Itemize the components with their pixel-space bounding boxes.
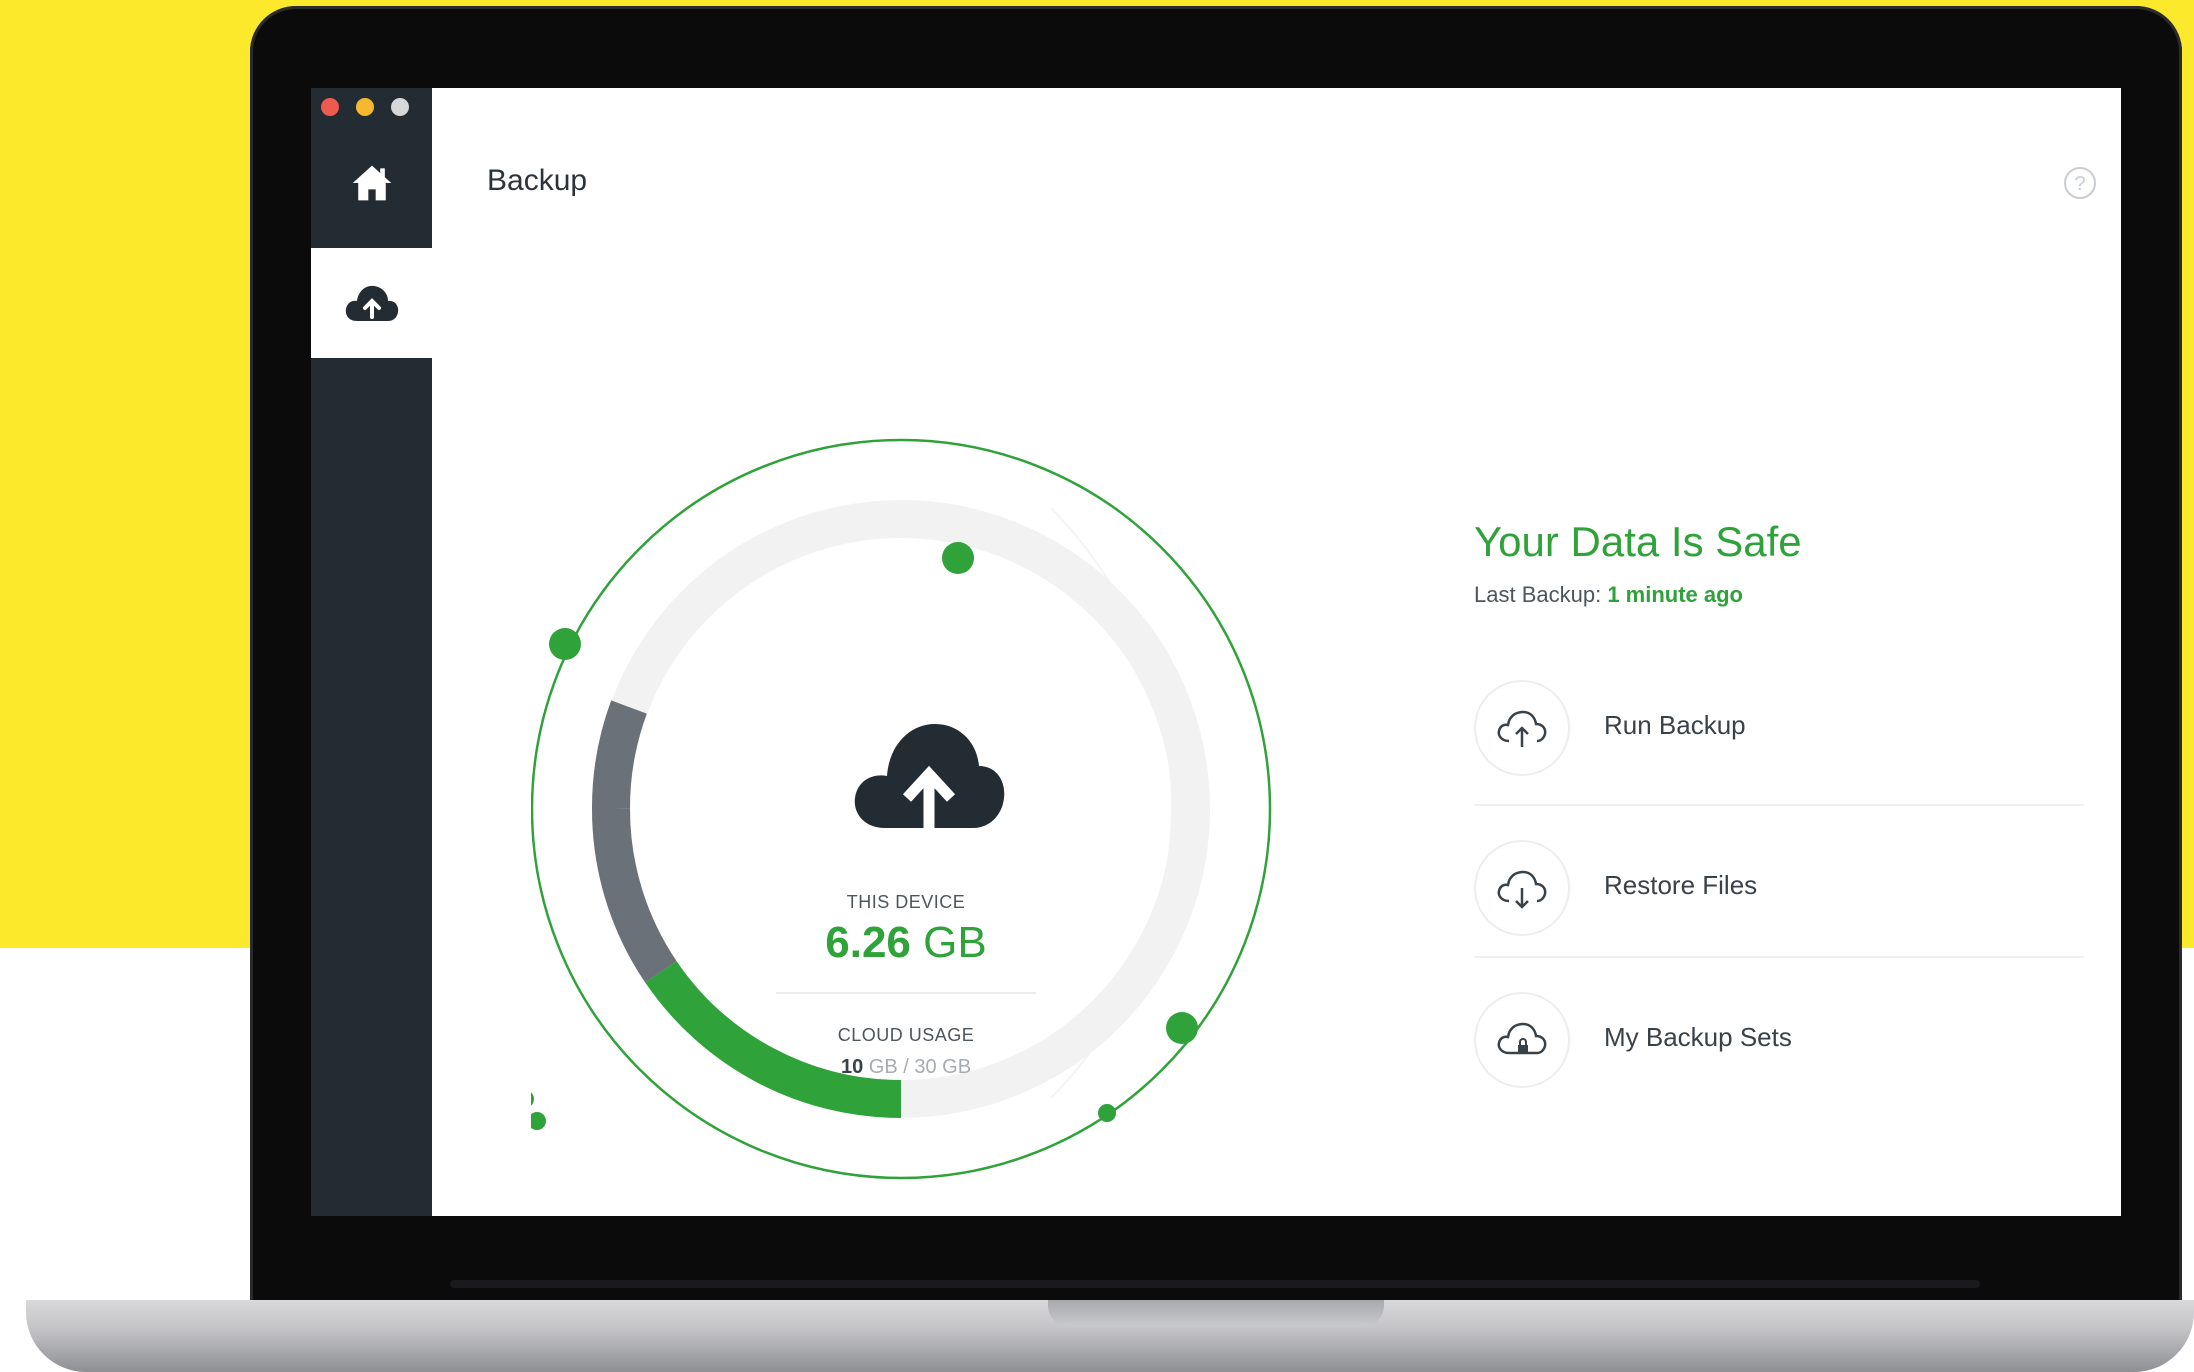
action-divider [1474, 804, 2084, 806]
my-backup-sets-icon-circle [1474, 992, 1570, 1088]
my-backup-sets-label: My Backup Sets [1604, 1022, 1792, 1052]
device-size-value: 6.26 [825, 918, 911, 967]
laptop-hinge [450, 1280, 1980, 1288]
cloud-usage-value: 10 GB / 30 GB [741, 1056, 1071, 1079]
device-size-unit: GB [923, 918, 987, 967]
last-backup: Last Backup: 1 minute ago [1474, 582, 1743, 608]
my-backup-sets-button[interactable]: My Backup Sets [1474, 980, 2084, 1100]
minimize-window-button[interactable] [356, 98, 374, 116]
device-size: 6.26 GB [741, 918, 1071, 968]
ring-dot [1098, 1104, 1116, 1122]
help-button[interactable]: ? [2063, 166, 2097, 205]
svg-text:?: ? [2074, 173, 2085, 195]
cloud-upload-icon [1497, 710, 1547, 747]
restore-files-button[interactable]: Restore Files [1474, 828, 2084, 948]
cloud-upload-icon [854, 724, 1005, 828]
sidebar [311, 88, 432, 1216]
status-title: Your Data Is Safe [1474, 518, 1802, 565]
sidebar-item-home[interactable] [311, 128, 432, 238]
cloud-download-icon [1497, 870, 1547, 909]
cloud-usage-label: CLOUD USAGE [837, 1025, 975, 1045]
ring-dot [531, 1112, 546, 1130]
app-window: Backup ? THIS DEVICE 6.26 GB CLOUD USAGE… [311, 88, 2121, 1216]
run-backup-button[interactable]: Run Backup [1474, 668, 2084, 788]
run-backup-label: Run Backup [1604, 710, 1746, 740]
restore-files-icon-circle [1474, 840, 1570, 936]
ring-dot [549, 628, 581, 660]
ring-dot [1166, 1012, 1198, 1044]
cloud-lock-icon [1497, 1022, 1547, 1055]
action-divider [1474, 956, 2084, 958]
cloud-usage-used: 10 [840, 1056, 864, 1078]
close-window-button[interactable] [321, 98, 339, 116]
help-icon: ? [2064, 167, 2096, 199]
gauge-device-arc [591, 700, 647, 810]
maximize-window-button[interactable] [391, 98, 409, 116]
laptop-notch [1048, 1300, 1384, 1326]
run-backup-icon-circle [1474, 680, 1570, 776]
home-icon [352, 165, 391, 201]
last-backup-label: Last Backup: [1474, 582, 1602, 607]
last-backup-value: 1 minute ago [1607, 582, 1743, 607]
restore-files-label: Restore Files [1604, 870, 1758, 900]
ring-dot [942, 542, 974, 574]
ring-dot [531, 1092, 534, 1106]
center-divider [776, 992, 1036, 994]
cloud-upload-icon [345, 285, 398, 321]
device-label: THIS DEVICE [846, 892, 966, 912]
sidebar-item-backup[interactable] [311, 248, 432, 358]
cloud-usage-total: GB / 30 GB [868, 1056, 972, 1078]
page-title: Backup [487, 164, 588, 197]
gauge-device-arc-lower [591, 808, 677, 983]
